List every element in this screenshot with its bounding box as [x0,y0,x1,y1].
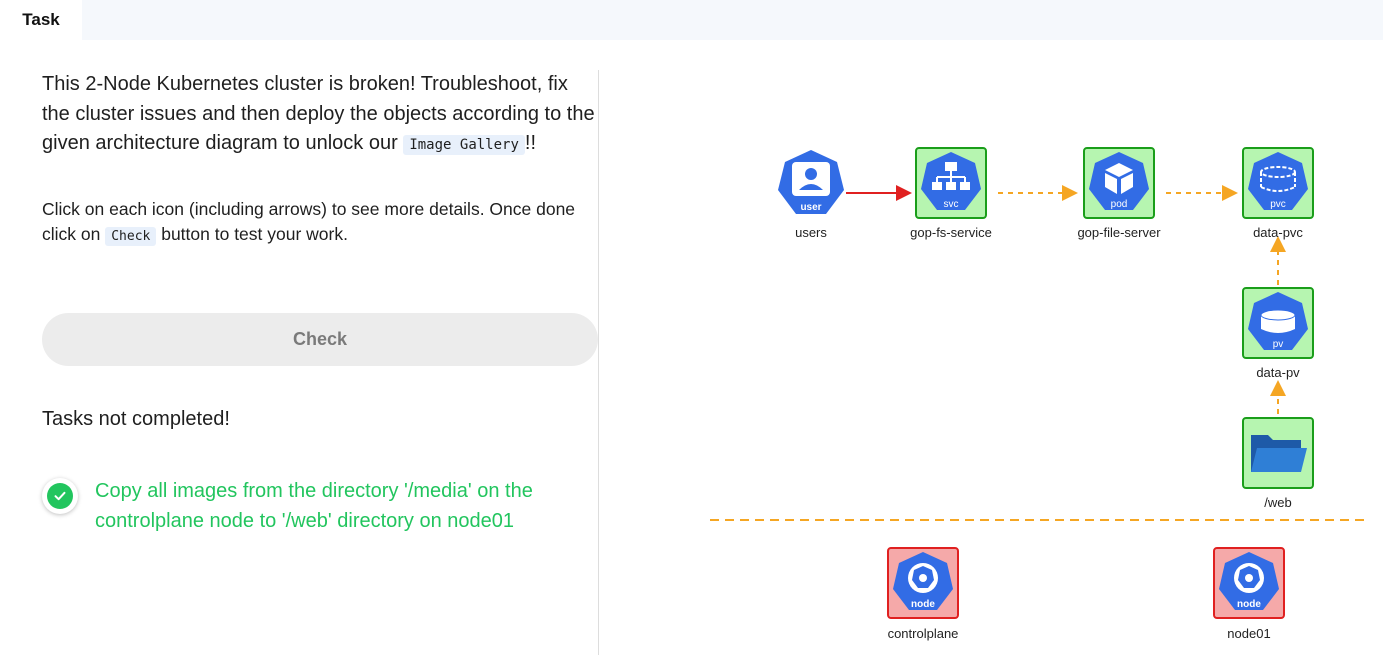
pod-badge: pod [1111,199,1128,210]
pv-badge: pv [1273,339,1284,350]
node01-node[interactable]: node [1213,547,1285,619]
image-gallery-code: Image Gallery [403,135,525,156]
users-node[interactable]: user [775,148,847,220]
controlplane-node[interactable]: node [887,547,959,619]
pvc-label: data-pvc [1253,225,1303,240]
pod-label: gop-file-server [1077,225,1161,240]
tab-task[interactable]: Task [0,0,82,40]
service-icon: svc [915,147,987,219]
instructions-text-end: button to test your work. [156,223,348,244]
folder-icon [1242,417,1314,489]
check-button[interactable]: Check [42,313,598,366]
users-label: users [795,225,827,240]
pv-label: data-pv [1256,365,1300,380]
pod-node[interactable]: pod [1083,147,1155,219]
task-complete-icon [42,478,78,514]
task-panel: This 2-Node Kubernetes cluster is broken… [42,70,598,249]
kubernetes-node-icon: node [887,547,959,619]
panel-divider [598,70,599,655]
pod-icon: pod [1083,147,1155,219]
task-item-text: Copy all images from the directory '/med… [95,480,533,532]
pvc-badge: pvc [1270,199,1286,210]
web-label: /web [1264,495,1292,510]
task-status: Tasks not completed! [42,408,230,430]
pv-node[interactable]: pv [1242,287,1314,359]
service-label: gop-fs-service [910,225,992,240]
web-node[interactable] [1242,417,1314,489]
pvc-icon: pvc [1242,147,1314,219]
pvc-node[interactable]: pvc [1242,147,1314,219]
node01-badge: node [1237,599,1261,610]
user-icon: user [778,150,844,214]
user-badge: user [800,202,821,213]
service-node[interactable]: svc [915,147,987,219]
task-item: Copy all images from the directory '/med… [42,476,598,536]
node01-label: node01 [1227,626,1271,641]
controlplane-label: controlplane [887,626,959,641]
service-badge: svc [944,199,959,210]
pv-icon: pv [1242,287,1314,359]
instructions-text: Click on each icon (including arrows) to… [42,197,598,249]
kubernetes-node-icon: node [1213,547,1285,619]
intro-text-end: !! [524,132,537,155]
architecture-diagram: user users svc gop-fs-service pod gop-fi… [600,40,1383,655]
controlplane-badge: node [911,599,935,610]
tab-bar: Task [0,0,1383,40]
intro-text: This 2-Node Kubernetes cluster is broken… [42,70,598,161]
check-code: Check [105,226,157,246]
